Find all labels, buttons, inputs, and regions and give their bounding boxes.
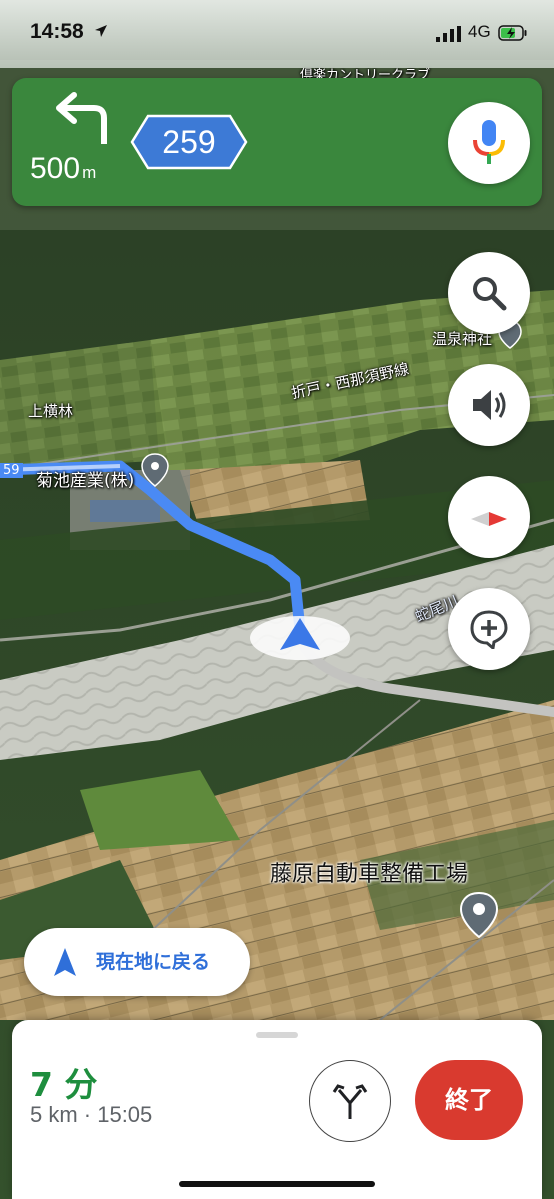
- distance-unit: m: [82, 163, 97, 182]
- sheet-drag-handle[interactable]: [256, 1032, 298, 1038]
- map-label-kikuchi: 菊池産業(株): [36, 471, 135, 491]
- navigation-arrow-icon: [54, 948, 76, 976]
- search-along-route-button[interactable]: [448, 252, 530, 334]
- home-indicator[interactable]: [179, 1181, 375, 1187]
- add-report-icon: [470, 610, 508, 649]
- search-icon: [473, 277, 507, 311]
- voice-search-button[interactable]: [448, 102, 530, 184]
- trip-summary-sheet[interactable]: 7 分 5 km · 15:05 終了: [12, 1020, 542, 1199]
- compass-button[interactable]: [448, 476, 530, 558]
- turn-left-arrow-icon: [56, 92, 107, 144]
- map-label-route-edge: 59: [0, 463, 23, 478]
- microphone-icon: [473, 120, 505, 164]
- speaker-icon: [473, 390, 506, 420]
- alternate-routes-icon: [332, 1084, 368, 1119]
- distance-value: 500: [30, 152, 81, 185]
- eta-distance-arrival: 5 km · 15:05: [30, 1102, 153, 1127]
- signal-bars-icon: [436, 26, 461, 42]
- alternate-routes-button[interactable]: [309, 1060, 391, 1142]
- route-number: 259: [162, 124, 216, 160]
- maneuver-distance: 500 m: [30, 152, 96, 186]
- map-label-kamiyokobayashi: 上横林: [28, 402, 74, 420]
- compass-icon: [471, 512, 507, 526]
- battery-charging-icon: [498, 25, 527, 41]
- location-arrow-icon: [95, 25, 107, 37]
- network-type: 4G: [468, 22, 491, 41]
- eta-duration: 7 分: [30, 1065, 98, 1104]
- add-report-button[interactable]: [448, 588, 530, 670]
- map-label-fujiwara[interactable]: 藤原自動車整備工場: [270, 856, 468, 888]
- sound-toggle-button[interactable]: [448, 364, 530, 446]
- recenter-button[interactable]: 現在地に戻る: [24, 928, 250, 996]
- status-bar: 14:58 4G: [0, 0, 554, 68]
- recenter-label: 現在地に戻る: [96, 951, 211, 973]
- exit-navigation-button[interactable]: 終了: [415, 1060, 523, 1140]
- navigation-banner[interactable]: 500 m 259: [12, 78, 542, 206]
- status-time: 14:58: [30, 20, 84, 43]
